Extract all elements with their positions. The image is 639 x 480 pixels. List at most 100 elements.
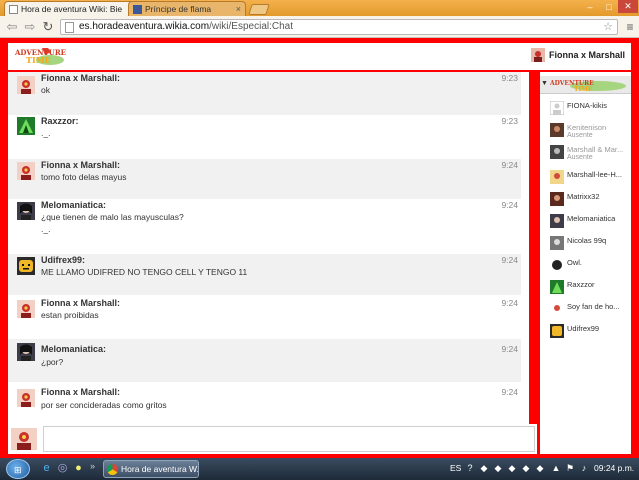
message-text: ._.: [41, 128, 51, 138]
close-window-button[interactable]: ✕: [618, 0, 638, 13]
marshall-lee-avatar: [550, 170, 564, 184]
fionna-avatar[interactable]: [17, 389, 35, 407]
message-time: 9:24: [501, 387, 518, 397]
chat-message: Raxzzor: 9:23 ._.: [8, 115, 521, 159]
browser-menu-icon[interactable]: ≡: [623, 19, 637, 35]
message-text: por ser concideradas como gritos: [41, 400, 167, 410]
user-list-item[interactable]: Matrixx32: [550, 191, 630, 211]
message-text: ok: [41, 85, 50, 95]
message-user[interactable]: Udifrex99:: [41, 255, 85, 265]
room-header[interactable]: ▼ ADVENTURE TIME: [540, 76, 631, 94]
bookmark-star-icon[interactable]: ☆: [603, 20, 613, 34]
fionna-avatar[interactable]: [17, 162, 35, 180]
internet-explorer-icon[interactable]: e: [40, 462, 53, 475]
wikia-favicon-icon: [9, 4, 18, 14]
user-name: Nicolas 99q: [567, 236, 607, 245]
message-user[interactable]: Fionna x Marshall:: [41, 298, 120, 308]
chat-message: Fionna x Marshall: 9:23 ok: [8, 72, 521, 115]
message-user[interactable]: Melomaniatica:: [41, 200, 106, 210]
current-user-name: Fionna x Marshall: [548, 50, 625, 60]
maximize-window-button[interactable]: □: [599, 0, 619, 13]
logo-text-bottom: TIME: [26, 55, 51, 65]
user-list-item[interactable]: Udifrex99: [550, 323, 630, 343]
chrome-quicklaunch-icon[interactable]: ●: [72, 462, 85, 475]
user-list-item[interactable]: Melomaniatica: [550, 213, 630, 233]
user-list-item[interactable]: Raxzzor: [550, 279, 630, 299]
user-name: Marshall-lee-H...: [567, 170, 623, 179]
show-hidden-icons-icon[interactable]: ▲: [550, 462, 562, 474]
user-list-item[interactable]: Kenitenison Ausente: [550, 122, 630, 142]
language-indicator[interactable]: ES: [450, 463, 461, 473]
fionna-avatar[interactable]: [17, 76, 35, 94]
tab-hora-de-aventura[interactable]: Hora de aventura Wiki: Bie ×: [4, 1, 140, 16]
message-time: 9:23: [501, 116, 518, 126]
fionna-avatar[interactable]: [17, 300, 35, 318]
message-user[interactable]: Raxzzor:: [41, 116, 79, 126]
browser-tab-strip: Hora de aventura Wiki: Bie × Príncipe de…: [0, 0, 639, 16]
address-bar[interactable]: es.horadeaventura.wikia.com/wiki/Especia…: [60, 19, 618, 35]
melomaniatica-avatar[interactable]: [17, 202, 35, 220]
user-name: Matrixx32: [567, 192, 600, 201]
help-icon[interactable]: ?: [464, 462, 476, 474]
minimize-window-button[interactable]: –: [580, 0, 600, 13]
back-icon[interactable]: ⇦: [4, 19, 20, 35]
tray-app-icon[interactable]: ◆: [492, 462, 504, 474]
user-list-item[interactable]: Marshall-lee-H...: [550, 169, 630, 189]
current-user[interactable]: Fionna x Marshall: [530, 48, 625, 62]
close-tab-icon[interactable]: ×: [236, 4, 241, 14]
chat-message: Udifrex99: 9:24 ME LLAMO UDIFRED NO TENG…: [8, 254, 521, 295]
tab-principe-de-flama[interactable]: Príncipe de flama ×: [128, 1, 246, 16]
message-text: ME LLAMO UDIFRED NO TENGO CELL Y TENGO 1…: [41, 267, 248, 277]
message-list: Fionna x Marshall: 9:23 ok Raxzzor: 9:23…: [8, 72, 529, 452]
message-time: 9:24: [501, 200, 518, 210]
taskbar-chrome-task[interactable]: Hora de aventura W...: [103, 460, 199, 478]
user-list-item[interactable]: FIONA-kikis: [550, 100, 630, 120]
message-time: 9:24: [501, 298, 518, 308]
tray-app-icon[interactable]: ◆: [478, 462, 490, 474]
start-button[interactable]: ⊞: [6, 459, 30, 479]
forward-icon[interactable]: ⇨: [22, 19, 38, 35]
url-host: es.horadeaventura.wikia.com: [79, 21, 210, 32]
message-input[interactable]: [43, 426, 535, 452]
user-list-item[interactable]: Soy fan de ho...: [550, 301, 630, 321]
message-user[interactable]: Melomaniatica:: [41, 344, 106, 354]
flag-icon[interactable]: ⚑: [564, 462, 576, 474]
quicklaunch-more-icon[interactable]: »: [90, 461, 95, 471]
user-name: Owl.: [567, 258, 582, 267]
message-user[interactable]: Fionna x Marshall:: [41, 73, 120, 83]
message-input-row: [8, 424, 537, 454]
system-clock[interactable]: 09:24 p.m.: [594, 463, 634, 473]
chat-header: ADVENTURE TIME Fionna x Marshall: [8, 43, 631, 70]
url-path: /wiki/Especial:Chat: [209, 21, 293, 32]
browser-quicklaunch-icon[interactable]: ◎: [56, 462, 69, 475]
volume-icon[interactable]: ♪: [578, 462, 590, 474]
message-user[interactable]: Fionna x Marshall:: [41, 160, 120, 170]
user-list-item[interactable]: Owl.: [550, 257, 630, 277]
nicolas-99q-avatar: [550, 236, 564, 250]
tray-app-icon[interactable]: ◆: [520, 462, 532, 474]
reload-icon[interactable]: ↻: [40, 19, 56, 35]
tray-app-icon[interactable]: ◆: [534, 462, 546, 474]
default-avatar-icon: [550, 101, 564, 115]
windows-flag-icon: ⊞: [14, 465, 22, 475]
raxzzor-avatar[interactable]: [17, 117, 35, 135]
user-list-item[interactable]: Nicolas 99q: [550, 235, 630, 255]
chat-message: Melomaniatica: 9:24 ¿que tienen de malo …: [8, 199, 521, 254]
facebook-favicon-icon: [133, 4, 142, 14]
page-icon: [65, 22, 74, 33]
collapse-caret-icon[interactable]: ▼: [541, 80, 548, 87]
message-user[interactable]: Fionna x Marshall:: [41, 387, 120, 397]
chrome-icon: [107, 464, 118, 475]
marshall-mar-avatar: [550, 145, 564, 159]
task-label: Hora de aventura W...: [121, 464, 199, 474]
adventure-time-logo[interactable]: ADVENTURE TIME: [12, 45, 68, 67]
udifrex-avatar[interactable]: [17, 257, 35, 275]
user-list-item[interactable]: Marshall & Mar... Ausente: [550, 144, 630, 164]
new-tab-button[interactable]: [248, 4, 270, 15]
tray-app-icon[interactable]: ◆: [506, 462, 518, 474]
melomaniatica-avatar: [550, 214, 564, 228]
melomaniatica-avatar[interactable]: [17, 343, 35, 361]
user-list: ▼ ADVENTURE TIME FIONA-kikis Kenitenison…: [540, 72, 631, 454]
raxzzor-avatar: [550, 280, 564, 294]
windows-taskbar: ⊞ e ◎ ● » Hora de aventura W... ES ? ◆ ◆…: [0, 458, 639, 480]
